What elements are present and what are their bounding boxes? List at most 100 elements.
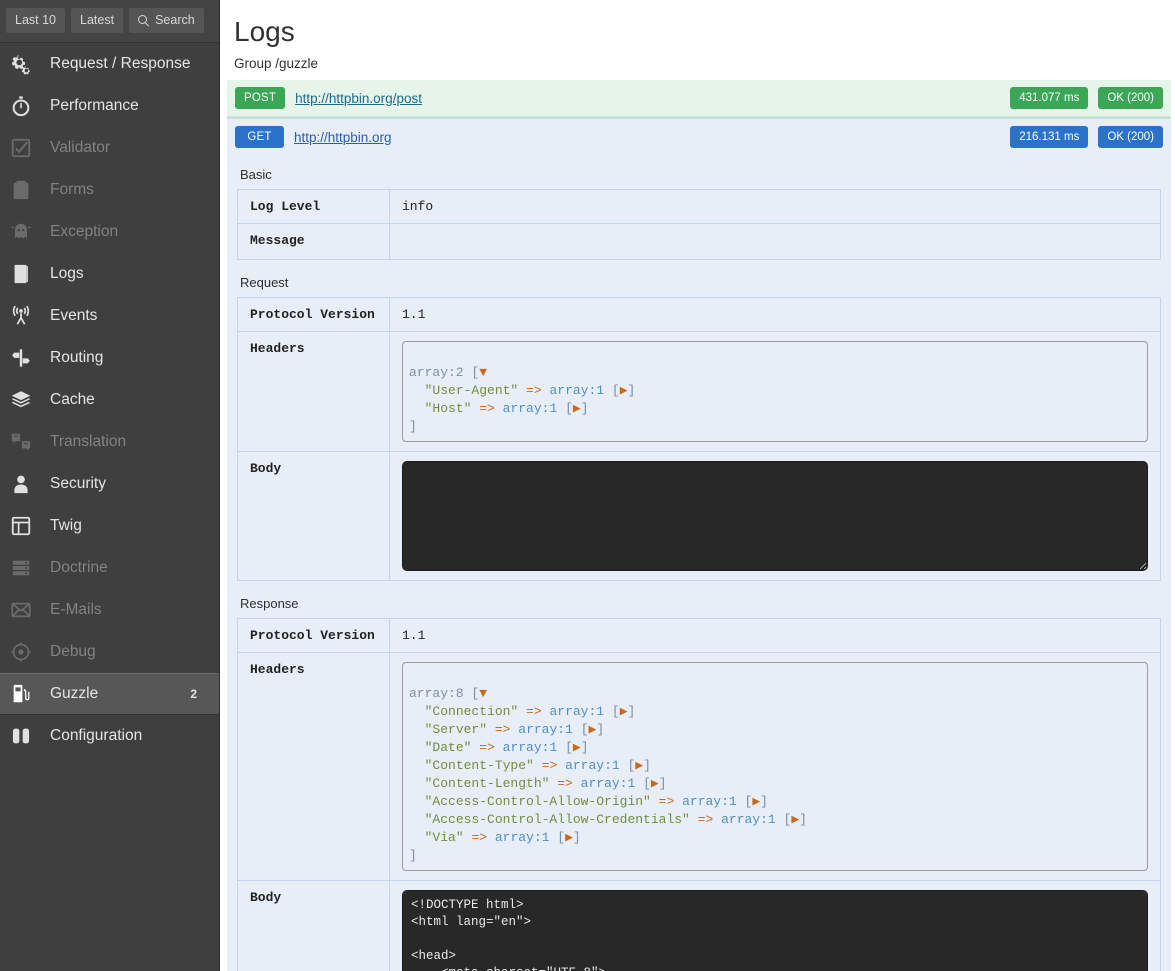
row-key: Message bbox=[237, 223, 390, 260]
sidebar: Last 10 Latest Search Request / Response bbox=[0, 0, 220, 971]
config-icon bbox=[10, 725, 44, 747]
sidebar-item-routing[interactable]: Routing bbox=[0, 337, 219, 379]
table-row: Body bbox=[237, 880, 1161, 971]
dump-toggle-icon[interactable]: ▶ bbox=[620, 383, 628, 398]
dump-close: ] bbox=[409, 419, 417, 434]
sidebar-item-doctrine[interactable]: Doctrine bbox=[0, 547, 219, 589]
row-value bbox=[389, 451, 1161, 581]
sidebar-item-guzzle[interactable]: Guzzle 2 bbox=[0, 673, 219, 715]
dump-key: "Host" bbox=[424, 401, 472, 416]
dump-count: array:1 bbox=[549, 383, 605, 398]
dump-open: array:8 [ bbox=[409, 686, 480, 701]
row-key: Protocol Version bbox=[237, 297, 390, 332]
status-badge[interactable]: OK (200) bbox=[1098, 126, 1163, 148]
last-10-label: Last 10 bbox=[15, 13, 57, 27]
row-value: info bbox=[389, 189, 1161, 224]
broadcast-icon bbox=[10, 305, 44, 327]
request-body-textarea[interactable] bbox=[402, 461, 1148, 571]
sidebar-item-forms[interactable]: Forms bbox=[0, 169, 219, 211]
method-badge[interactable]: GET bbox=[235, 126, 284, 148]
signpost-icon bbox=[10, 347, 44, 369]
status-badge[interactable]: OK (200) bbox=[1098, 87, 1163, 109]
dump-toggle-icon[interactable]: ▶ bbox=[791, 812, 799, 827]
dump-count: array:1 bbox=[682, 794, 737, 809]
request-url-link[interactable]: http://httpbin.org bbox=[294, 130, 1000, 145]
person-icon bbox=[10, 473, 44, 495]
sidebar-item-debug[interactable]: Debug bbox=[0, 631, 219, 673]
sidebar-item-configuration[interactable]: Configuration bbox=[0, 715, 219, 757]
request-row-post[interactable]: POST http://httpbin.org/post 431.077 ms … bbox=[227, 80, 1171, 118]
dump-count: array:1 bbox=[549, 704, 605, 719]
dump-key: "Access-Control-Allow-Origin" bbox=[424, 794, 651, 809]
method-badge[interactable]: POST bbox=[235, 87, 286, 109]
dump-toggle-icon[interactable]: ▶ bbox=[651, 776, 659, 791]
row-value bbox=[389, 880, 1161, 971]
sidebar-item-security[interactable]: Security bbox=[0, 463, 219, 505]
last-10-button[interactable]: Last 10 bbox=[6, 8, 66, 33]
sidebar-item-twig[interactable]: Twig bbox=[0, 505, 219, 547]
dump-arrow: => bbox=[697, 812, 714, 827]
sidebar-item-label: Logs bbox=[50, 265, 84, 283]
sidebar-item-validator[interactable]: Validator bbox=[0, 127, 219, 169]
dump-count: array:1 bbox=[494, 830, 550, 845]
dump-toggle-icon[interactable]: ▶ bbox=[573, 401, 581, 416]
sidebar-item-cache[interactable]: Cache bbox=[0, 379, 219, 421]
sidebar-menu: Request / Response Performance Validator… bbox=[0, 43, 219, 971]
stopwatch-icon bbox=[10, 95, 44, 117]
search-button[interactable]: Search bbox=[129, 8, 204, 33]
row-value: array:8 [▼ "Connection" => array:1 [▶] "… bbox=[389, 652, 1161, 881]
table-row: Message bbox=[237, 223, 1161, 260]
row-key: Headers bbox=[237, 331, 390, 452]
request-detail-panel: Basic Log Level info Message Request Pro… bbox=[227, 155, 1171, 971]
sidebar-item-logs[interactable]: Logs bbox=[0, 253, 219, 295]
dump-count: array:1 bbox=[518, 722, 573, 737]
envelope-icon bbox=[10, 599, 44, 621]
sidebar-item-exception[interactable]: Exception bbox=[0, 211, 219, 253]
dump-toggle-icon[interactable]: ▶ bbox=[752, 794, 760, 809]
dump-toggle-icon[interactable]: ▼ bbox=[479, 365, 487, 380]
row-key: Body bbox=[237, 451, 390, 581]
dump-count: array:1 bbox=[502, 740, 558, 755]
sidebar-item-label: Events bbox=[50, 307, 98, 325]
database-icon bbox=[10, 557, 44, 579]
table-row: Headers array:2 [▼ "User-Agent" => array… bbox=[237, 331, 1161, 452]
dump-toggle-icon[interactable]: ▼ bbox=[479, 686, 487, 701]
request-list: POST http://httpbin.org/post 431.077 ms … bbox=[227, 80, 1171, 155]
row-value bbox=[389, 223, 1161, 260]
page-title: Logs bbox=[234, 16, 295, 47]
sidebar-item-label: Performance bbox=[50, 97, 139, 115]
sidebar-item-request-response[interactable]: Request / Response bbox=[0, 43, 219, 85]
dump-toggle-icon[interactable]: ▶ bbox=[635, 758, 643, 773]
dump-arrow: => bbox=[479, 401, 495, 416]
dump-toggle-icon[interactable]: ▶ bbox=[573, 740, 581, 755]
dump-key: "Date" bbox=[424, 740, 472, 755]
sidebar-item-emails[interactable]: E-Mails bbox=[0, 589, 219, 631]
row-key: Protocol Version bbox=[237, 618, 390, 653]
request-url-link[interactable]: http://httpbin.org/post bbox=[295, 91, 1000, 106]
sidebar-item-performance[interactable]: Performance bbox=[0, 85, 219, 127]
sidebar-item-events[interactable]: Events bbox=[0, 295, 219, 337]
response-table: Protocol Version 1.1 Headers array:8 [▼ … bbox=[237, 618, 1161, 971]
sidebar-item-label: Request / Response bbox=[50, 55, 191, 73]
row-key: Log Level bbox=[237, 189, 390, 224]
latest-button[interactable]: Latest bbox=[71, 8, 124, 33]
sidebar-item-translation[interactable]: Translation bbox=[0, 421, 219, 463]
dump-open: array:2 [ bbox=[409, 365, 480, 380]
duration-badge[interactable]: 431.077 ms bbox=[1010, 87, 1089, 109]
response-headers-dump[interactable]: array:8 [▼ "Connection" => array:1 [▶] "… bbox=[402, 662, 1148, 871]
dump-arrow: => bbox=[541, 758, 558, 773]
latest-label: Latest bbox=[80, 13, 115, 27]
dump-toggle-icon[interactable]: ▶ bbox=[620, 704, 628, 719]
table-row: Body bbox=[237, 451, 1161, 581]
row-key: Headers bbox=[237, 652, 390, 881]
request-headers-dump[interactable]: array:2 [▼ "User-Agent" => array:1 [▶] "… bbox=[402, 341, 1148, 442]
duration-badge[interactable]: 216.131 ms bbox=[1010, 126, 1089, 148]
group-label: Group /guzzle bbox=[234, 56, 319, 71]
sidebar-item-label: Forms bbox=[50, 181, 94, 199]
dump-key: "Access-Control-Allow-Credentials" bbox=[424, 812, 690, 827]
dump-toggle-icon[interactable]: ▶ bbox=[565, 830, 573, 845]
table-row: Headers array:8 [▼ "Connection" => array… bbox=[237, 652, 1161, 881]
dump-count: array:1 bbox=[580, 776, 636, 791]
response-body-textarea[interactable] bbox=[402, 890, 1148, 971]
request-row-get[interactable]: GET http://httpbin.org 216.131 ms OK (20… bbox=[227, 118, 1171, 155]
